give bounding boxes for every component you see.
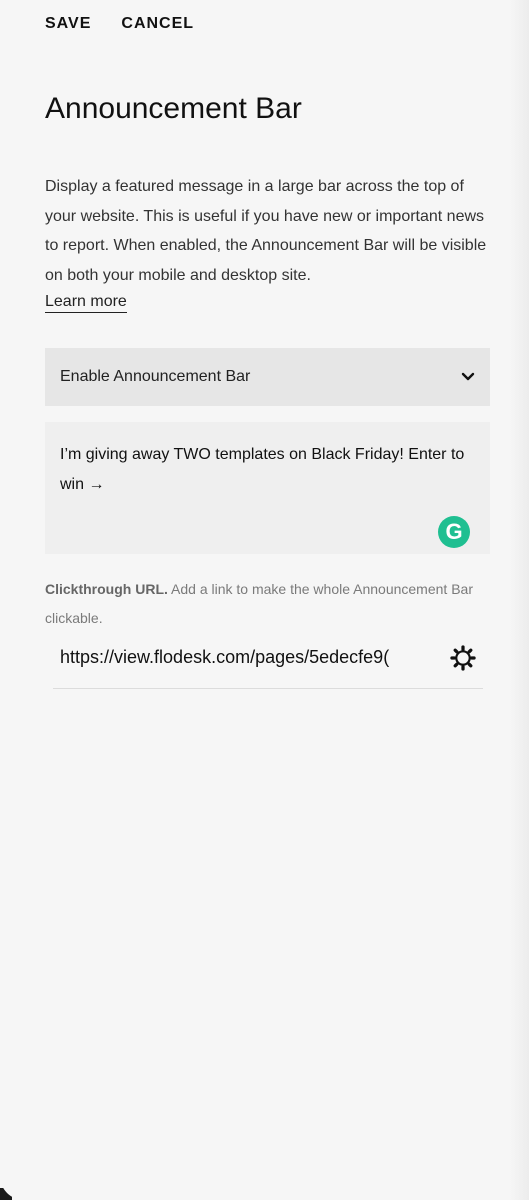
clickthrough-url-input[interactable] [53,640,436,668]
settings-panel: SAVE CANCEL Announcement Bar Display a f… [0,0,529,1200]
top-bar: SAVE CANCEL [45,15,194,33]
panel-corner [0,1176,24,1200]
clickthrough-help: Clickthrough URL. Add a link to make the… [45,575,493,633]
save-button[interactable]: SAVE [45,15,91,33]
clickthrough-url-row [53,640,483,689]
page-description: Display a featured message in a large ba… [45,178,487,284]
announcement-message-text: I’m giving away TWO templates on Black F… [60,446,465,493]
learn-more-link[interactable]: Learn more [45,292,127,313]
clickthrough-label: Clickthrough URL. [45,581,168,597]
announcement-message-field[interactable]: I’m giving away TWO templates on Black F… [45,422,490,554]
enable-announcement-bar-dropdown[interactable]: Enable Announcement Bar [45,348,490,406]
chevron-down-icon [461,372,475,381]
page-title: Announcement Bar [45,92,302,125]
enable-announcement-bar-label: Enable Announcement Bar [60,368,251,385]
gear-icon[interactable] [450,645,476,671]
panel-edge-shadow [509,0,529,1200]
grammarly-icon[interactable]: G [438,516,470,548]
cancel-button[interactable]: CANCEL [121,15,194,33]
